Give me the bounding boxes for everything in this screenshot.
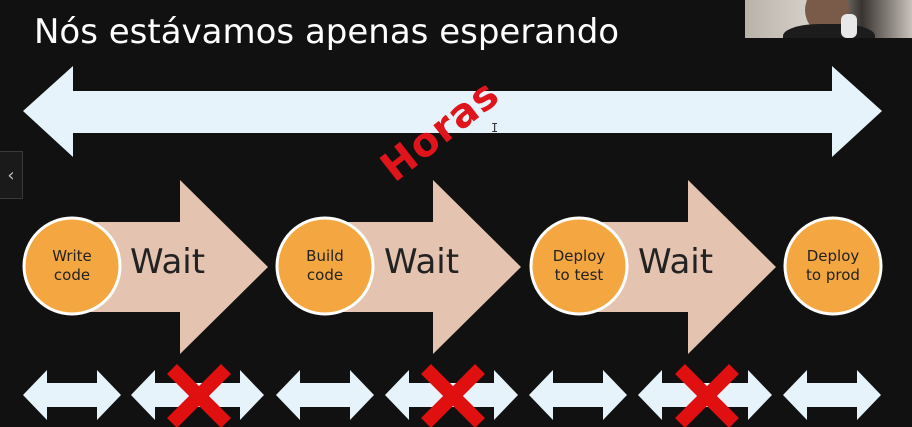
text-cursor-icon: I bbox=[491, 121, 499, 135]
stage-label-line: to prod bbox=[806, 266, 860, 284]
small-arrow-5 bbox=[529, 370, 627, 420]
stage-label-line: Write bbox=[52, 247, 92, 265]
wait-label-3: Wait bbox=[638, 242, 714, 282]
wait-label-2: Wait bbox=[384, 242, 460, 282]
stage-label-deploy-test: Deploy to test bbox=[539, 247, 619, 285]
stage-label-line: to test bbox=[554, 266, 604, 284]
small-arrow-1 bbox=[23, 370, 121, 420]
stage-label-line: Build bbox=[306, 247, 344, 265]
stage-label-line: Deploy bbox=[806, 247, 860, 265]
small-arrow-3 bbox=[276, 370, 374, 420]
small-arrow-7 bbox=[783, 370, 881, 420]
stage-label-deploy-prod: Deploy to prod bbox=[793, 247, 873, 285]
stage-label-line: code bbox=[53, 266, 91, 284]
stage-label-write-code: Write code bbox=[32, 247, 112, 285]
stage-label-build-code: Build code bbox=[285, 247, 365, 285]
wait-label-1: Wait bbox=[130, 242, 206, 282]
stage-label-line: code bbox=[306, 266, 344, 284]
stage-label-line: Deploy bbox=[552, 247, 606, 265]
slide-diagram bbox=[22, 66, 883, 427]
